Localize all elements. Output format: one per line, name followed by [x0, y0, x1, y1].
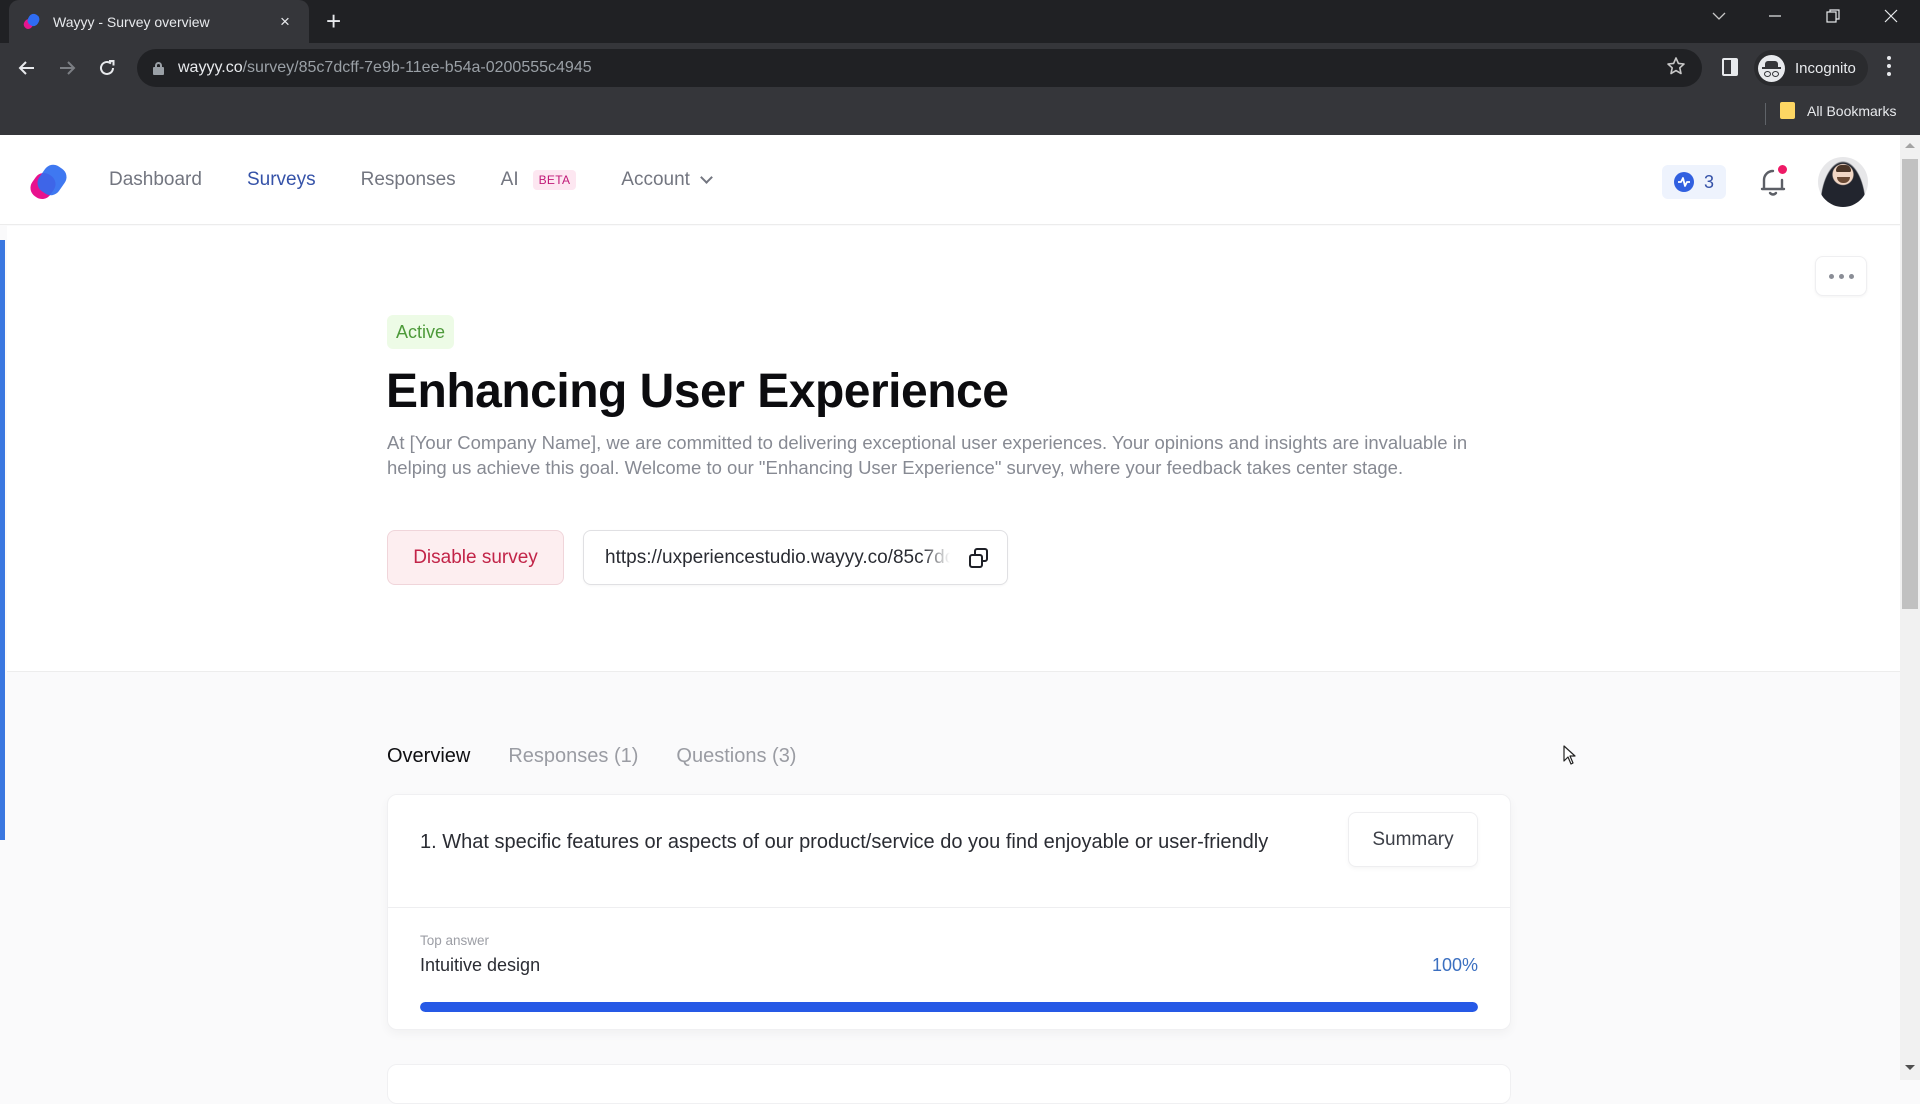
close-tab-icon[interactable]: × — [275, 12, 295, 32]
user-avatar[interactable] — [1818, 157, 1868, 207]
wayyy-favicon-icon — [22, 11, 42, 31]
top-answer-percent: 100% — [1431, 955, 1478, 975]
main-nav: Dashboard Surveys Responses AI BETA Acco… — [109, 135, 756, 225]
unread-dot — [1777, 164, 1788, 175]
tab-responses[interactable]: Responses (1) — [508, 745, 638, 768]
browser-tab-strip: Wayyy - Survey overview × + — [0, 0, 1920, 43]
activity-count: 3 — [1704, 171, 1715, 192]
copy-icon[interactable] — [967, 546, 991, 570]
tab-title: Wayyy - Survey overview — [53, 13, 210, 30]
nav-account-label: Account — [621, 169, 690, 190]
scroll-down-arrow-icon[interactable] — [1905, 1065, 1915, 1070]
top-answer-label: Top answer — [420, 933, 490, 948]
nav-ai-label: AI — [500, 169, 519, 190]
bookmarks-bar: All Bookmarks — [0, 93, 1920, 135]
all-bookmarks-button[interactable]: All Bookmarks — [1780, 102, 1896, 119]
nav-surveys[interactable]: Surveys — [247, 169, 316, 191]
answer-progress-track — [420, 1002, 1478, 1012]
incognito-icon — [1758, 54, 1785, 82]
close-window-icon[interactable] — [1884, 9, 1898, 28]
incognito-profile-button[interactable]: Incognito — [1754, 50, 1868, 86]
pulse-activity-icon — [1674, 172, 1694, 192]
url-path: /survey/85c7dcff-7e9b-11ee-b54a-0200555c… — [242, 59, 592, 76]
wayyy-logo[interactable] — [26, 160, 72, 205]
bookmark-star-icon[interactable] — [1666, 56, 1686, 82]
activity-counter-button[interactable]: 3 — [1662, 165, 1727, 199]
browser-tab-active[interactable]: Wayyy - Survey overview × — [9, 0, 309, 43]
nav-ai[interactable]: AI BETA — [501, 169, 577, 191]
beta-badge: BETA — [532, 170, 577, 190]
status-badge: Active — [387, 315, 455, 349]
nav-dashboard[interactable]: Dashboard — [109, 169, 202, 191]
app-header: Dashboard Surveys Responses AI BETA Acco… — [0, 135, 1900, 225]
minimize-window-icon[interactable] — [1768, 9, 1782, 28]
question-card — [387, 1064, 1511, 1104]
new-tab-button[interactable]: + — [326, 7, 341, 35]
nav-responses[interactable]: Responses — [361, 169, 456, 191]
page-scrollbar[interactable] — [1900, 135, 1920, 1080]
more-options-button[interactable] — [1815, 256, 1867, 296]
url-host: wayyy.co — [178, 59, 243, 76]
question-result: Top answer Intuitive design 100% — [388, 908, 1510, 1030]
all-bookmarks-label: All Bookmarks — [1807, 102, 1897, 119]
question-card: 1. What specific features or aspects of … — [387, 794, 1511, 1030]
survey-description: At [Your Company Name], we are committed… — [387, 432, 1468, 478]
back-arrow-icon[interactable] — [13, 54, 41, 82]
bookmarks-divider — [1765, 103, 1766, 125]
notifications-bell-icon[interactable] — [1760, 164, 1790, 198]
address-bar[interactable]: wayyy.co/survey/85c7dcff-7e9b-11ee-b54a-… — [137, 49, 1702, 87]
restore-window-icon[interactable] — [1826, 9, 1840, 28]
summary-button[interactable]: Summary — [1348, 812, 1478, 867]
question-text: 1. What specific features or aspects of … — [420, 831, 1269, 853]
tab-questions[interactable]: Questions (3) — [676, 745, 796, 768]
scroll-up-arrow-icon[interactable] — [1905, 143, 1915, 148]
tab-overview[interactable]: Overview — [387, 745, 470, 768]
lock-icon[interactable] — [153, 61, 164, 75]
survey-tabs: Overview Responses (1) Questions (3) — [387, 745, 834, 768]
nav-account-dropdown[interactable]: Account — [621, 169, 713, 191]
side-panel-icon[interactable] — [1722, 58, 1738, 76]
top-answer-text: Intuitive design — [420, 955, 541, 975]
share-link-field — [583, 530, 1008, 585]
question-header: 1. What specific features or aspects of … — [388, 795, 1510, 908]
scroll-thumb[interactable] — [1902, 159, 1918, 609]
incognito-label: Incognito — [1795, 59, 1856, 77]
kebab-menu-icon[interactable] — [1886, 56, 1892, 80]
share-url-input[interactable] — [605, 546, 950, 569]
left-accent-strip — [0, 240, 5, 840]
reload-icon[interactable] — [93, 54, 121, 82]
tab-search-chevron-icon[interactable] — [1712, 8, 1726, 26]
forward-arrow-icon[interactable] — [53, 54, 81, 82]
page-title: Enhancing User Experience — [386, 365, 1009, 418]
answer-progress-fill — [420, 1002, 1478, 1012]
browser-toolbar: wayyy.co/survey/85c7dcff-7e9b-11ee-b54a-… — [0, 43, 1920, 93]
folder-icon — [1780, 102, 1795, 119]
chevron-down-icon — [700, 170, 713, 184]
disable-survey-button[interactable]: Disable survey — [387, 530, 564, 585]
